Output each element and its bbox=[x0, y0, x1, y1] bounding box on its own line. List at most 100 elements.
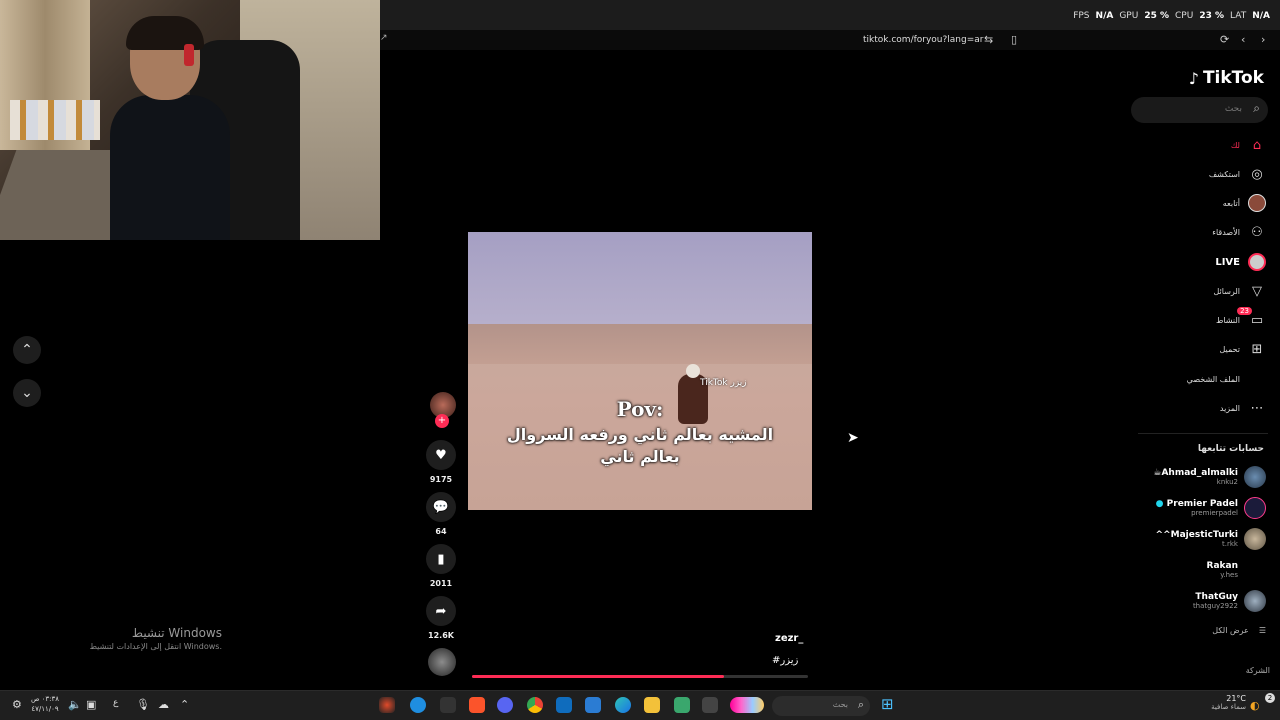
tiktok-logo[interactable]: ♪ TikTok bbox=[1189, 68, 1264, 88]
chrome-icon[interactable] bbox=[527, 697, 543, 713]
brave-browser-icon[interactable] bbox=[469, 697, 485, 713]
app-icon-blue[interactable] bbox=[410, 697, 426, 713]
app-icon-green[interactable] bbox=[674, 697, 690, 713]
account-item[interactable]: ☕Ahmad_almalki knku2 bbox=[1153, 466, 1266, 488]
onedrive-icon[interactable]: ☁ bbox=[158, 698, 169, 711]
share-arrow-icon: ➦ bbox=[435, 603, 447, 619]
cpu-value: 23 % bbox=[1199, 11, 1225, 21]
lat-label: LAT bbox=[1230, 11, 1247, 21]
microphone-icon[interactable]: 🎙 bbox=[136, 698, 150, 711]
save-action[interactable]: ▮ 2011 bbox=[424, 544, 458, 588]
comment-action[interactable]: 💬 64 bbox=[424, 492, 458, 536]
friends-icon: ⚇ bbox=[1251, 224, 1263, 240]
like-action[interactable]: ♥ 9175 bbox=[424, 440, 458, 484]
search-highlight-icon[interactable] bbox=[730, 697, 764, 713]
video-watermark: TikTok زيزر bbox=[700, 378, 747, 388]
previous-video-button[interactable]: ⌃ bbox=[13, 336, 41, 364]
edge-icon[interactable] bbox=[615, 697, 631, 713]
taskbar-clock[interactable]: ٠٣:٣٨ ص ٤٧/١١/٠٩ bbox=[28, 694, 62, 714]
share-tab-icon[interactable]: ↗ bbox=[380, 33, 388, 43]
nav-profile[interactable]: الملف الشخصي bbox=[1187, 370, 1266, 388]
nav-live[interactable]: LIVE bbox=[1215, 253, 1266, 271]
windows-start-icon[interactable]: ⊞ bbox=[881, 695, 894, 713]
video-caption: المشيه بعالم ثاني ورفعه السروال بعالم ثا… bbox=[468, 424, 812, 468]
video-desert-hills bbox=[468, 324, 812, 364]
nav-activity[interactable]: النشاط ▭ 23 bbox=[1215, 307, 1266, 329]
clock-time: ٠٣:٣٨ ص bbox=[30, 695, 60, 703]
see-all-link[interactable]: عرض الكل ☰ bbox=[1212, 626, 1266, 635]
url-text[interactable]: tiktok.com/foryou?lang=ar bbox=[863, 35, 983, 45]
following-accounts-title: حسابات تتابعها bbox=[1197, 444, 1264, 454]
video-hashtag[interactable]: #زيزر bbox=[772, 655, 798, 666]
gpu-label: GPU bbox=[1119, 11, 1139, 21]
share-action[interactable]: ➦ 12.6K bbox=[424, 596, 458, 640]
nav-explore[interactable]: استكشف ◎ bbox=[1209, 165, 1266, 183]
fps-value: N/A bbox=[1095, 11, 1114, 21]
next-video-button[interactable]: ⌄ bbox=[13, 379, 41, 407]
outlook-icon[interactable] bbox=[556, 697, 572, 713]
search-input[interactable]: بحث ⌕ bbox=[1131, 97, 1268, 123]
account-item[interactable]: ThatGuy thatguy2922 bbox=[1193, 590, 1266, 612]
account-avatar bbox=[1244, 466, 1266, 488]
nav-more[interactable]: المزيد ⋯ bbox=[1220, 399, 1266, 417]
nav-friends[interactable]: الأصدقاء ⚇ bbox=[1212, 223, 1266, 241]
nav-activity-label: النشاط bbox=[1215, 315, 1240, 325]
settings-icon[interactable]: ⚙ bbox=[12, 698, 22, 711]
discord-icon[interactable] bbox=[497, 697, 513, 713]
nav-following-label: أتابعه bbox=[1222, 198, 1240, 208]
video-progress-bar[interactable] bbox=[472, 675, 808, 678]
follow-plus-button[interactable]: + bbox=[435, 414, 449, 428]
account-item[interactable]: ● Premier Padel premierpadel bbox=[1156, 497, 1266, 519]
window-titlebar: FPS N/A GPU 25 % CPU 23 % LAT N/A bbox=[380, 0, 1280, 30]
activity-icon: ▭ 23 bbox=[1237, 307, 1266, 329]
tiktok-sidebar: ♪ TikTok بحث ⌕ لك ⌂ استكشف ◎ أتابعه الأص… bbox=[1128, 50, 1280, 690]
nav-profile-label: الملف الشخصي bbox=[1186, 374, 1240, 384]
heart-icon: ♥ bbox=[435, 447, 447, 463]
account-item[interactable]: ^^MajesticTurki t.rkk bbox=[1156, 528, 1266, 550]
nav-upload-label: تحميل bbox=[1219, 344, 1241, 354]
account-avatar bbox=[1244, 590, 1266, 612]
performance-overlay: FPS N/A GPU 25 % CPU 23 % LAT N/A bbox=[1073, 11, 1270, 21]
weather-widget[interactable]: 21°C سماء صافية bbox=[1206, 694, 1246, 711]
forward-icon[interactable]: › bbox=[1261, 33, 1265, 46]
account-avatar bbox=[1244, 497, 1266, 519]
company-link[interactable]: الشركة bbox=[1246, 666, 1270, 675]
video-player[interactable]: TikTok زيزر Pov: المشيه بعالم ثاني ورفعه… bbox=[468, 232, 812, 510]
account-item[interactable]: Rakan y.hes bbox=[1207, 559, 1266, 581]
nav-for-you-label: لك bbox=[1230, 140, 1240, 150]
browser-address-bar[interactable]: ↗ tiktok.com/foryou?lang=ar ⇆ ▯ ⟳ ‹ › bbox=[380, 30, 1280, 50]
nav-following[interactable]: أتابعه bbox=[1223, 194, 1266, 212]
music-disc-icon[interactable] bbox=[428, 648, 456, 676]
account-handle: knku2 bbox=[1216, 478, 1238, 486]
send-icon: ▽ bbox=[1252, 283, 1262, 299]
bookmark-icon[interactable]: ▯ bbox=[1011, 33, 1017, 46]
like-count: 9175 bbox=[429, 475, 453, 484]
sidebar-divider bbox=[1138, 433, 1268, 434]
back-icon[interactable]: ‹ bbox=[1241, 33, 1245, 46]
network-icon[interactable]: ▣ bbox=[86, 698, 96, 711]
chevron-up-tray-icon[interactable]: ⌃ bbox=[180, 698, 189, 711]
site-settings-icon[interactable]: ⇆ bbox=[984, 33, 993, 46]
activation-subtitle: انتقل إلى الإعدادات لتنشيط Windows. bbox=[89, 642, 222, 651]
video-author[interactable]: zezr_ bbox=[775, 633, 803, 644]
reload-icon[interactable]: ⟳ bbox=[1220, 33, 1229, 46]
volume-icon[interactable]: 🔈 bbox=[68, 698, 82, 711]
search-icon: ⌕ bbox=[857, 698, 864, 711]
webcam-person bbox=[110, 16, 230, 240]
nav-messages[interactable]: الرسائل ▽ bbox=[1214, 282, 1267, 300]
lat-value: N/A bbox=[1252, 11, 1270, 21]
nav-upload[interactable]: تحميل ⊞ bbox=[1220, 340, 1267, 358]
obs-app-icon[interactable] bbox=[379, 697, 395, 713]
file-explorer-icon[interactable] bbox=[644, 697, 660, 713]
nav-for-you[interactable]: لك ⌂ bbox=[1231, 136, 1266, 154]
comment-icon: 💬 bbox=[432, 499, 450, 515]
language-indicator[interactable]: ع bbox=[113, 698, 118, 708]
store-icon[interactable] bbox=[585, 697, 601, 713]
terminal-icon[interactable] bbox=[702, 697, 718, 713]
account-name: Premier Padel bbox=[1166, 499, 1238, 509]
account-handle: thatguy2922 bbox=[1192, 602, 1238, 610]
app-icon-dark[interactable] bbox=[440, 697, 456, 713]
account-handle: t.rkk bbox=[1222, 540, 1238, 548]
taskbar-search[interactable]: بحث ⌕ bbox=[772, 696, 870, 716]
notification-badge[interactable]: 2 bbox=[1265, 693, 1275, 703]
